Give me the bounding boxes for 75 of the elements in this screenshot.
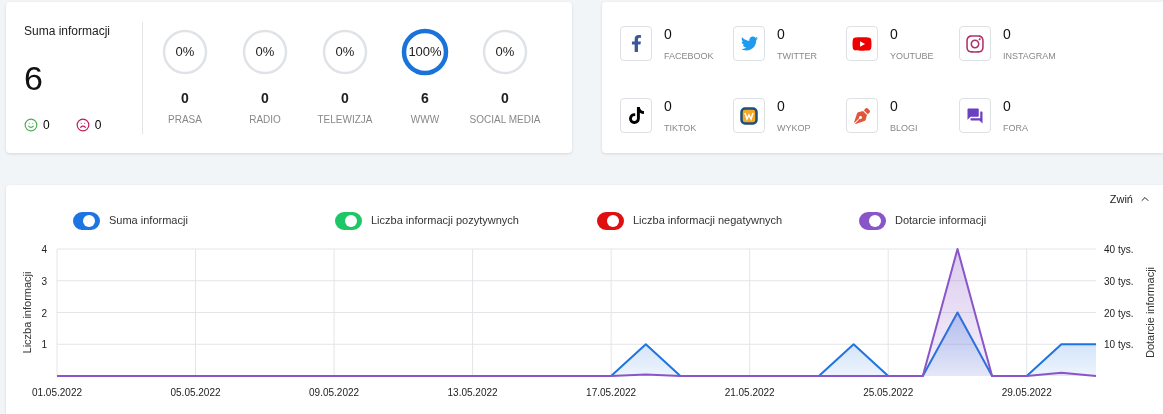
legend-label: Dotarcie informacji	[895, 213, 987, 229]
social-label: FORA	[1003, 121, 1028, 135]
smiley-icon	[24, 117, 38, 132]
progress-ring	[482, 29, 528, 75]
percent-value: 100%	[408, 43, 442, 62]
instagram-icon	[965, 33, 985, 54]
percent-value: 0%	[255, 43, 275, 62]
toggle-switch[interactable]	[597, 211, 624, 230]
axis-tick-label: 09.05.2022	[309, 386, 360, 398]
channel-label: TELEWIZJA	[317, 113, 373, 127]
percent-value: 0%	[495, 43, 515, 62]
axis-tick-label: 01.05.2022	[31, 386, 83, 398]
axis-tick-label: 25.05.2022	[863, 386, 914, 398]
social-label: WYKOP	[777, 121, 811, 135]
channel-label: PRASA	[168, 113, 202, 127]
tiktok-icon	[627, 107, 645, 124]
axis-tick-label: 21.05.2022	[724, 386, 775, 398]
social-label: YOUTUBE	[890, 49, 934, 63]
channel-label: SOCIAL MEDIA	[469, 113, 541, 127]
channel-label: RADIO	[249, 113, 281, 127]
axis-tick-label: 30 tys.	[1104, 275, 1134, 287]
axis-tick-label: 20 tys.	[1104, 307, 1134, 318]
axis-tick-label: 29.05.2022	[1001, 386, 1052, 398]
channel-count: 0	[341, 89, 349, 108]
axis-title: Liczba informacji	[21, 271, 33, 353]
positive-count: 0	[43, 116, 50, 134]
axis-tick-label: 05.05.2022	[170, 386, 221, 398]
twitter-icon	[740, 35, 758, 52]
social-count: 0	[664, 26, 673, 44]
social-label: TIKTOK	[664, 121, 697, 135]
legend-label: Liczba informacji negatywnych	[633, 213, 783, 229]
progress-ring	[242, 29, 288, 75]
legend-label: Liczba informacji pozytywnych	[371, 213, 519, 229]
chat-icon	[966, 106, 984, 125]
axis-tick-label: 40 tys.	[1104, 243, 1134, 255]
percent-value: 0%	[335, 43, 355, 62]
axis-tick-label: 13.05.2022	[447, 386, 498, 398]
social-label: INSTAGRAM	[1003, 49, 1056, 63]
axis-title: Dotarcie informacji	[1144, 266, 1156, 358]
social-count: 0	[890, 98, 899, 116]
axis-tick-label: 17.05.2022	[586, 386, 637, 398]
axis-tick-label: 2	[41, 307, 47, 318]
total-count: 6	[24, 60, 44, 95]
pen-nib-icon	[854, 107, 870, 124]
axis-tick-label: 3	[41, 275, 47, 287]
summary-title: Suma informacji	[24, 22, 112, 40]
negative-count: 0	[94, 116, 102, 134]
axis-tick-label: 1	[41, 338, 47, 350]
sad-face-icon	[75, 117, 90, 132]
social-label: TWITTER	[777, 49, 817, 63]
progress-ring	[162, 29, 208, 75]
legend-label: Suma informacji	[109, 213, 188, 229]
axis-tick-label: 10 tys.	[1104, 338, 1134, 350]
toggle-switch[interactable]	[859, 211, 886, 230]
social-count: 0	[664, 98, 673, 116]
toggle-switch[interactable]	[335, 211, 362, 230]
social-count: 0	[777, 98, 786, 116]
axis-tick-label: 4	[41, 243, 47, 255]
social-label: BLOGI	[890, 121, 918, 135]
progress-ring	[322, 29, 368, 75]
channel-label: WWW	[410, 113, 440, 127]
logo-icon	[740, 106, 758, 125]
social-count: 0	[1003, 26, 1012, 44]
channel-count: 6	[421, 89, 429, 108]
social-count: 0	[777, 26, 786, 44]
percent-value: 0%	[175, 43, 195, 62]
progress-ring	[401, 28, 449, 76]
toggle-switch[interactable]	[73, 211, 100, 230]
social-count: 0	[890, 26, 899, 44]
social-label: FACEBOOK	[664, 49, 714, 63]
channel-count: 0	[261, 89, 269, 108]
social-count: 0	[1003, 98, 1012, 116]
collapse-button[interactable]: Zwiń	[1109, 191, 1151, 208]
channel-count: 0	[501, 89, 509, 108]
channel-count: 0	[181, 89, 189, 108]
